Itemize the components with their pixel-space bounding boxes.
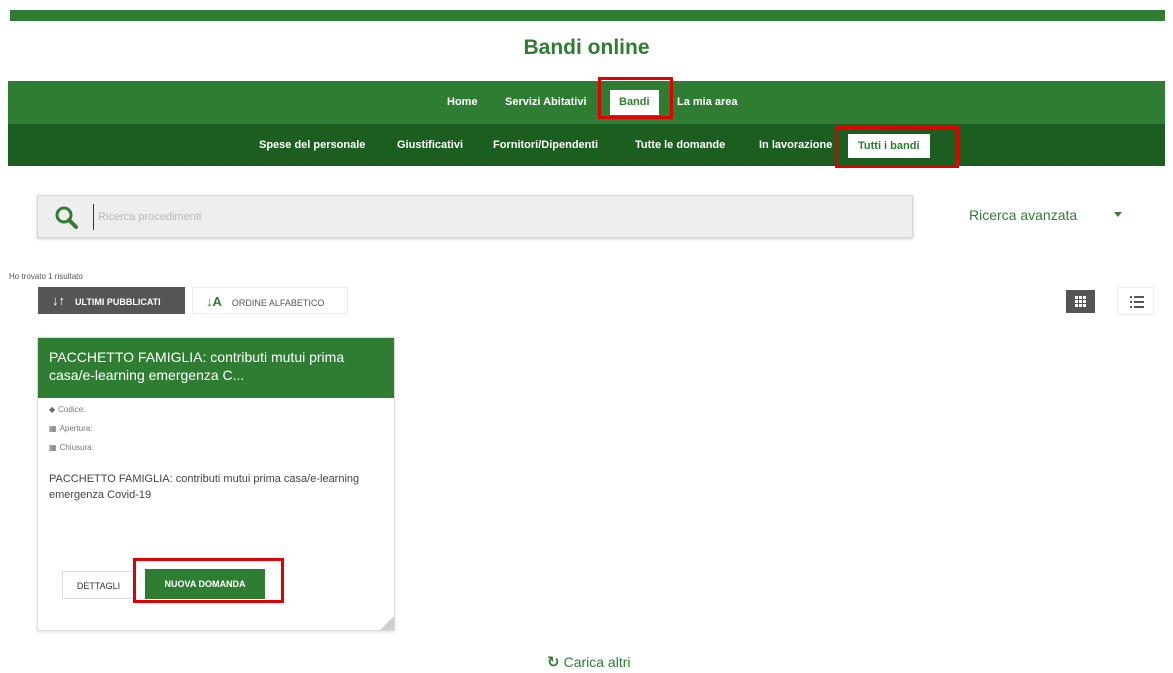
site-title: Bandi online (523, 36, 650, 59)
card-closing: ▦ Chiusura: (49, 443, 94, 452)
card-closing-label: Chiusura: (59, 443, 94, 452)
subnav-item-in-lavorazione[interactable]: In lavorazione (759, 124, 832, 166)
card-opening-label: Apertura: (59, 424, 93, 433)
nav-item-home[interactable]: Home (447, 81, 478, 124)
nav-item-bandi[interactable]: Bandi (610, 90, 659, 115)
card-corner-fold (380, 616, 394, 630)
sort-latest-label: ULTIMI PUBBLICATI (75, 297, 161, 307)
grid-icon (1075, 296, 1086, 307)
list-view-button[interactable] (1117, 287, 1154, 315)
tag-icon: ◆ (49, 405, 56, 414)
card-code: ◆ Codice: (49, 405, 85, 414)
top-color-strip (10, 10, 1165, 21)
new-application-button[interactable]: NUOVA DOMANDA (145, 569, 265, 599)
sort-latest-button[interactable]: ↓↑ ULTIMI PUBBLICATI (38, 287, 185, 314)
subnav-item-spese-personale[interactable]: Spese del personale (259, 124, 365, 166)
sub-navigation: Spese del personale Giustificativi Forni… (8, 124, 1165, 166)
card-description: PACCHETTO FAMIGLIA: contributi mutui pri… (49, 473, 360, 501)
nav-item-la-mia-area[interactable]: La mia area (677, 81, 738, 124)
advanced-search-toggle[interactable]: Ricerca avanzata (969, 207, 1077, 223)
bando-card: PACCHETTO FAMIGLIA: contributi mutui pri… (37, 337, 395, 631)
load-more-label: Carica altri (563, 654, 631, 670)
subnav-item-tutti-bandi[interactable]: Tutti i bandi (848, 134, 930, 158)
card-opening: ▦ Apertura: (49, 424, 92, 433)
calendar-icon: ▦ (49, 424, 57, 433)
list-icon (1130, 296, 1144, 308)
sort-icon: ↓↑ (52, 293, 65, 308)
nav-item-servizi-abitativi[interactable]: Servizi Abitativi (505, 81, 587, 124)
search-icon[interactable] (54, 205, 78, 229)
load-more-button[interactable]: ↻ Carica altri (547, 653, 630, 671)
main-navigation: Home Servizi Abitativi Bandi La mia area (8, 81, 1165, 124)
subnav-item-fornitori-dipendenti[interactable]: Fornitori/Dipendenti (493, 124, 598, 166)
details-button[interactable]: DETTAGLI (62, 571, 135, 599)
subnav-item-tutte-domande[interactable]: Tutte le domande (635, 124, 725, 166)
subnav-item-giustificativi[interactable]: Giustificativi (397, 124, 463, 166)
result-count: Ho trovato 1 risultato (9, 272, 83, 281)
search-box (37, 195, 913, 238)
card-title[interactable]: PACCHETTO FAMIGLIA: contributi mutui pri… (38, 338, 394, 398)
sort-alphabetical-label: ORDINE ALFABETICO (231, 298, 325, 308)
sort-alphabetical-button[interactable]: ↓A ORDINE ALFABETICO (192, 287, 348, 314)
grid-view-button[interactable] (1066, 290, 1095, 313)
search-input[interactable] (93, 204, 873, 230)
reload-icon: ↻ (547, 654, 560, 671)
sort-alpha-icon: ↓A (206, 294, 222, 309)
calendar-icon: ▦ (49, 443, 57, 452)
card-code-label: Codice: (58, 405, 86, 414)
chevron-down-icon[interactable] (1114, 212, 1122, 217)
